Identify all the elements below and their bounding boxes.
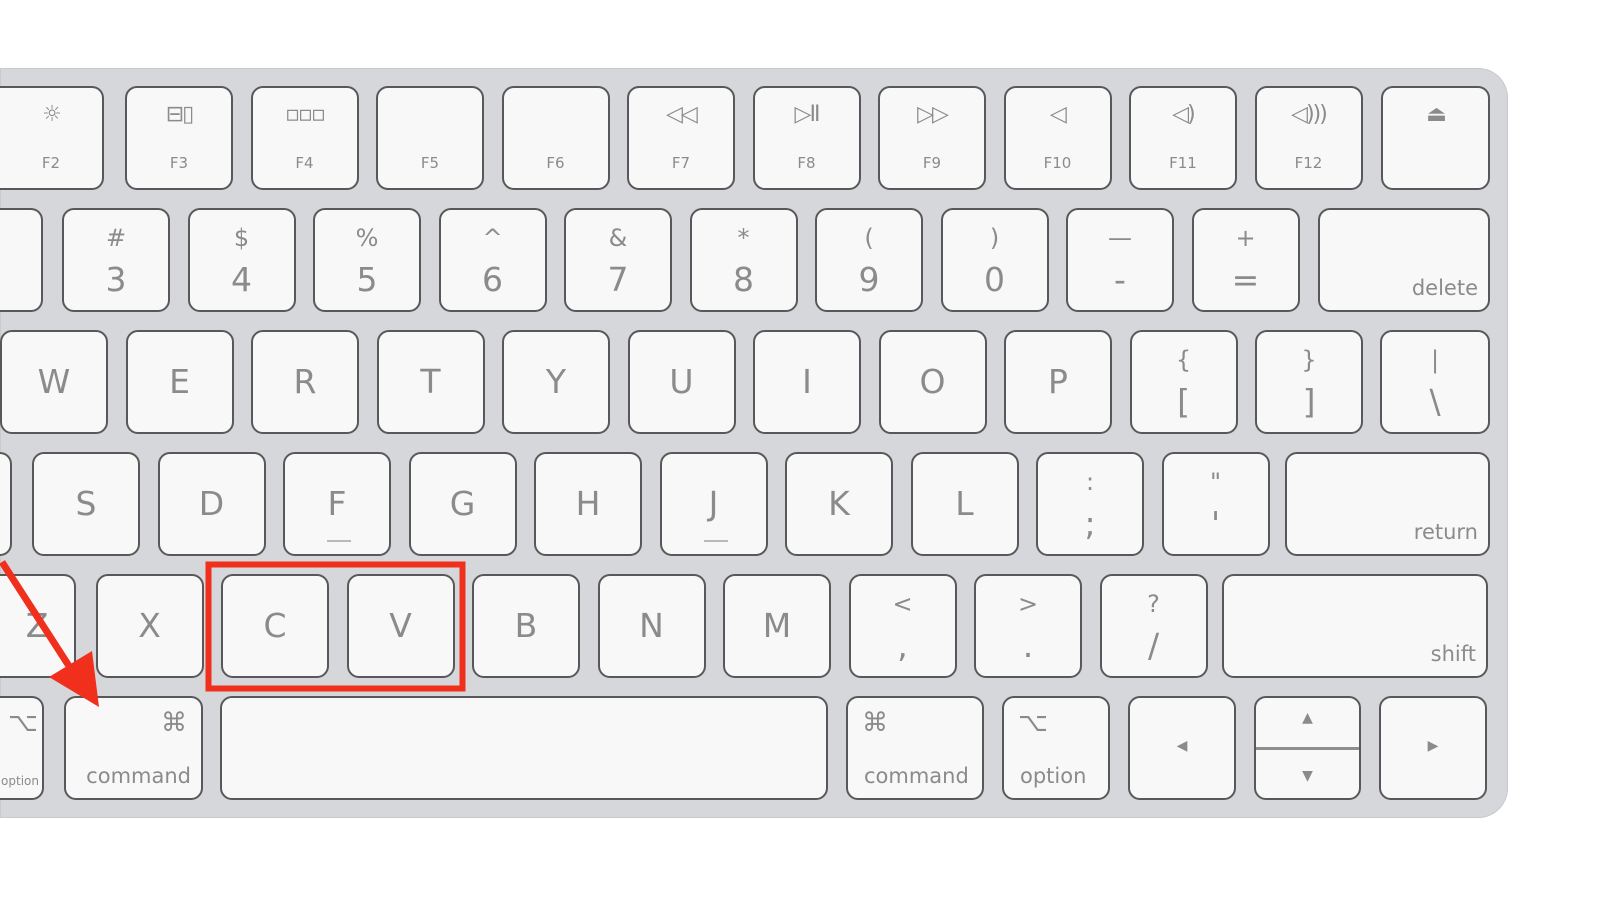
annotation-overlay [0,560,466,707]
arrow-shaft [0,560,81,682]
highlight-box [205,561,466,692]
arrow-head [49,651,99,707]
